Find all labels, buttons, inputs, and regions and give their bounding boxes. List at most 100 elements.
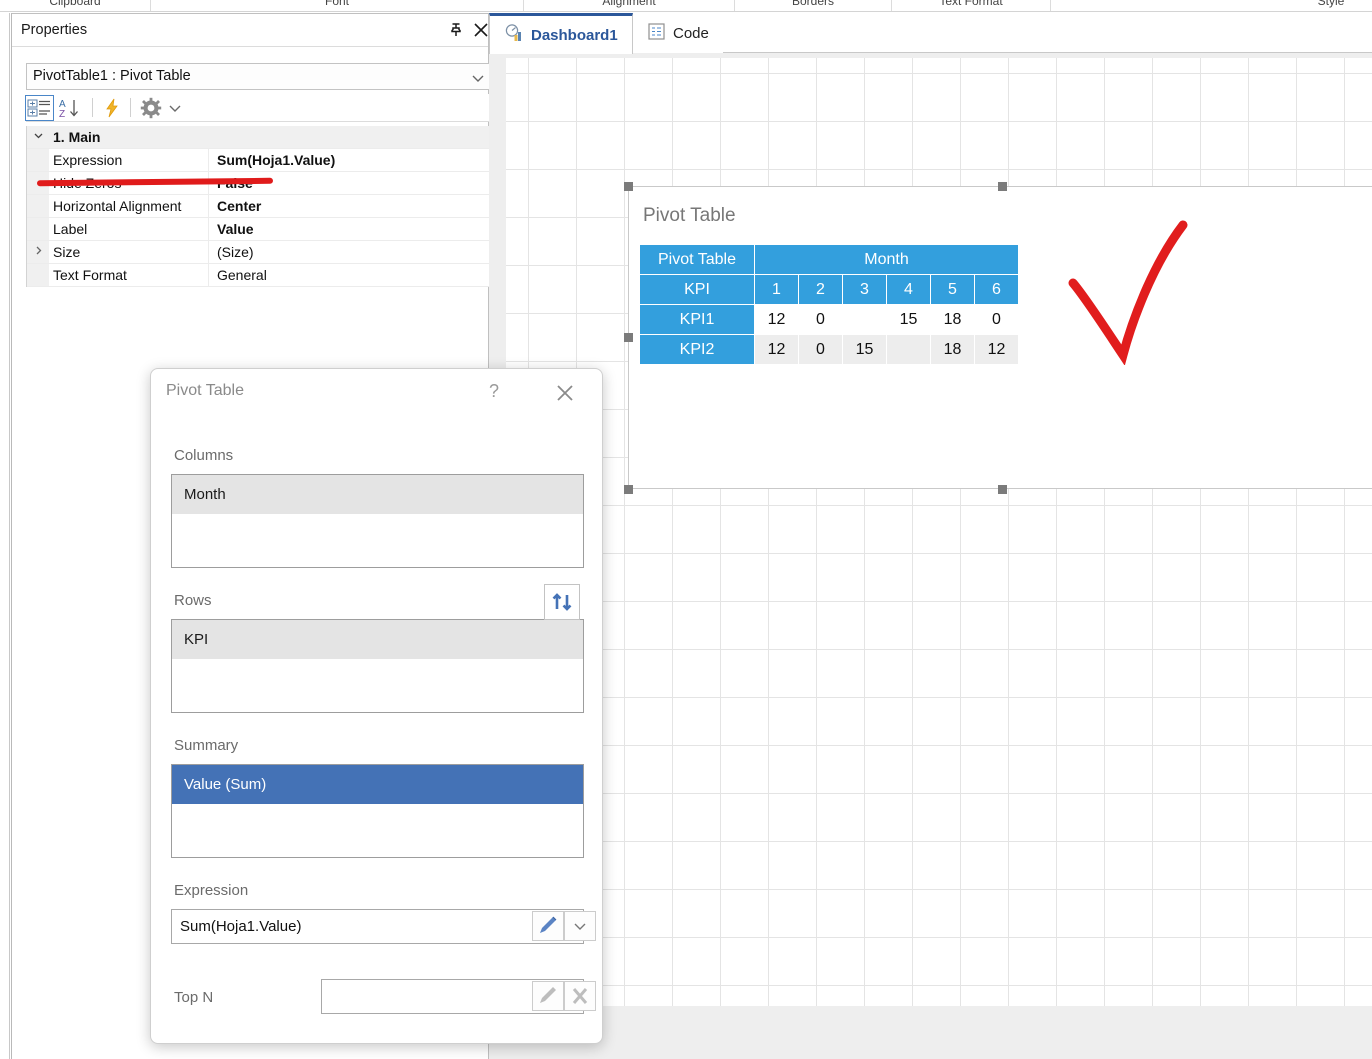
pivot-row-header: KPI1 bbox=[639, 304, 755, 335]
property-name: Horizontal Alignment bbox=[49, 194, 209, 218]
ribbon-group-borders: Borders bbox=[791, 0, 835, 8]
rows-label: Rows bbox=[174, 592, 212, 609]
columns-label: Columns bbox=[174, 447, 234, 464]
expression-input[interactable]: Sum(Hoja1.Value) bbox=[171, 909, 596, 944]
gear-icon[interactable] bbox=[138, 96, 164, 120]
dashboard-canvas[interactable]: Pivot Table Pivot Table Month KPI 1 2 3 … bbox=[506, 58, 1372, 1006]
clear-x-icon[interactable] bbox=[564, 981, 596, 1011]
pivot-cell: 12 bbox=[754, 304, 799, 335]
page-title: Properties bbox=[21, 22, 88, 38]
pencil-icon[interactable] bbox=[532, 981, 564, 1011]
pivot-table-widget[interactable]: Pivot Table Pivot Table Month KPI 1 2 3 … bbox=[628, 186, 1372, 489]
ribbon-group-font: Font bbox=[324, 0, 349, 8]
svg-text:Z: Z bbox=[59, 109, 65, 120]
expression-label: Expression bbox=[174, 882, 249, 899]
pencil-icon[interactable] bbox=[532, 911, 564, 941]
pivot-cell bbox=[842, 304, 887, 335]
list-item[interactable]: Month bbox=[172, 475, 583, 514]
columns-listbox[interactable]: Month bbox=[171, 474, 584, 568]
pivot-header-row-group: Pivot Table Month bbox=[639, 244, 1019, 275]
pivot-table-dialog: Pivot Table ? Columns Month Rows KPI Sum… bbox=[150, 368, 603, 1044]
properties-header: Properties bbox=[12, 14, 488, 47]
ribbon-group-text-format: Text Format bbox=[939, 0, 1003, 8]
summary-listbox[interactable]: Value (Sum) bbox=[171, 764, 584, 858]
events-lightning-icon[interactable] bbox=[100, 96, 124, 120]
document-area: Dashboard1 Code Pivot Table Pivot Table … bbox=[489, 13, 1372, 1059]
property-row-expression[interactable]: Expression Sum(Hoja1.Value) bbox=[27, 148, 493, 172]
property-value[interactable]: (Size) bbox=[209, 241, 493, 264]
property-value[interactable]: Center bbox=[209, 195, 493, 218]
dashboard-chart-icon bbox=[504, 23, 524, 47]
object-selector-value: PivotTable1 : Pivot Table bbox=[33, 68, 191, 84]
chevron-down-icon[interactable] bbox=[564, 911, 596, 941]
resize-handle-bottom-left[interactable] bbox=[624, 485, 633, 494]
dialog-title: Pivot Table bbox=[166, 382, 244, 399]
chevron-down-icon[interactable] bbox=[27, 130, 49, 144]
pivot-cell: 15 bbox=[886, 304, 931, 335]
property-name: Label bbox=[49, 217, 209, 241]
resize-handle-top-center[interactable] bbox=[998, 182, 1007, 191]
property-category-row[interactable]: 1. Main bbox=[27, 126, 493, 149]
property-name: Size bbox=[49, 240, 209, 264]
property-value[interactable]: Value bbox=[209, 218, 493, 241]
pivot-table[interactable]: Pivot Table Month KPI 1 2 3 4 5 6 KPI1 1… bbox=[639, 244, 1019, 365]
pivot-cell: 15 bbox=[842, 334, 887, 365]
alphabetical-sort-icon[interactable]: A Z bbox=[57, 96, 87, 120]
pivot-cell: 0 bbox=[798, 304, 843, 335]
ribbon-group-labels: Clipboard Font Alignment Borders Text Fo… bbox=[0, 0, 1372, 12]
pivot-column-header: 4 bbox=[886, 274, 931, 305]
categorized-view-icon[interactable] bbox=[25, 95, 54, 121]
property-row-text-format[interactable]: Text Format General bbox=[27, 263, 493, 287]
pin-icon[interactable] bbox=[446, 20, 466, 40]
property-category-label: 1. Main bbox=[53, 128, 101, 145]
annotation-red-checkmark bbox=[1055, 215, 1195, 368]
properties-toolbar: A Z bbox=[25, 94, 494, 122]
chevron-right-icon[interactable] bbox=[27, 245, 49, 259]
toolbar-divider bbox=[92, 98, 93, 117]
property-name: Text Format bbox=[49, 263, 209, 287]
list-item[interactable]: KPI bbox=[172, 620, 583, 659]
tab-code[interactable]: Code bbox=[633, 13, 723, 53]
summary-label: Summary bbox=[174, 737, 239, 754]
close-icon[interactable] bbox=[551, 379, 579, 407]
pivot-column-header: 1 bbox=[754, 274, 799, 305]
property-row-size[interactable]: Size (Size) bbox=[27, 240, 493, 264]
ribbon-group-clipboard: Clipboard bbox=[49, 0, 101, 8]
panel-divider bbox=[9, 13, 10, 1059]
swap-up-down-icon[interactable] bbox=[544, 584, 580, 620]
ribbon-divider bbox=[1050, 0, 1051, 11]
widget-title: Pivot Table bbox=[643, 205, 736, 226]
rows-listbox[interactable]: KPI bbox=[171, 619, 584, 713]
resize-handle-bottom-center[interactable] bbox=[998, 485, 1007, 494]
code-document-icon bbox=[647, 22, 666, 45]
pivot-cell: 12 bbox=[974, 334, 1019, 365]
chevron-down-icon[interactable] bbox=[166, 96, 184, 120]
pivot-cell bbox=[886, 334, 931, 365]
help-icon[interactable]: ? bbox=[481, 381, 507, 405]
pivot-cell: 12 bbox=[754, 334, 799, 365]
top-n-input[interactable] bbox=[321, 979, 596, 1014]
collapsed-side-panel[interactable] bbox=[0, 13, 12, 1059]
ribbon-group-alignment: Alignment bbox=[602, 0, 656, 8]
table-row[interactable]: KPI2 12 0 15 18 12 bbox=[639, 334, 1019, 365]
pivot-corner-label: Pivot Table bbox=[639, 244, 755, 275]
list-item[interactable]: Value (Sum) bbox=[172, 765, 583, 804]
pivot-column-header: 3 bbox=[842, 274, 887, 305]
pivot-column-header: 2 bbox=[798, 274, 843, 305]
property-row-horizontal-alignment[interactable]: Horizontal Alignment Center bbox=[27, 194, 493, 218]
property-row-label[interactable]: Label Value bbox=[27, 217, 493, 241]
pivot-column-header: 5 bbox=[930, 274, 975, 305]
close-icon[interactable] bbox=[471, 20, 491, 40]
resize-handle-middle-left[interactable] bbox=[624, 333, 633, 342]
tab-label: Dashboard1 bbox=[531, 26, 618, 44]
tab-dashboard1[interactable]: Dashboard1 bbox=[489, 13, 633, 54]
resize-handle-top-left[interactable] bbox=[624, 182, 633, 191]
pivot-cell: 0 bbox=[974, 304, 1019, 335]
pivot-row-header: KPI2 bbox=[639, 334, 755, 365]
property-value[interactable]: Sum(Hoja1.Value) bbox=[209, 149, 493, 172]
property-value[interactable]: General bbox=[209, 264, 493, 287]
document-tabstrip: Dashboard1 Code bbox=[489, 13, 1372, 54]
table-row[interactable]: KPI1 12 0 15 18 0 bbox=[639, 304, 1019, 335]
object-selector-combo[interactable]: PivotTable1 : Pivot Table bbox=[26, 63, 494, 90]
chevron-down-icon bbox=[471, 72, 485, 87]
